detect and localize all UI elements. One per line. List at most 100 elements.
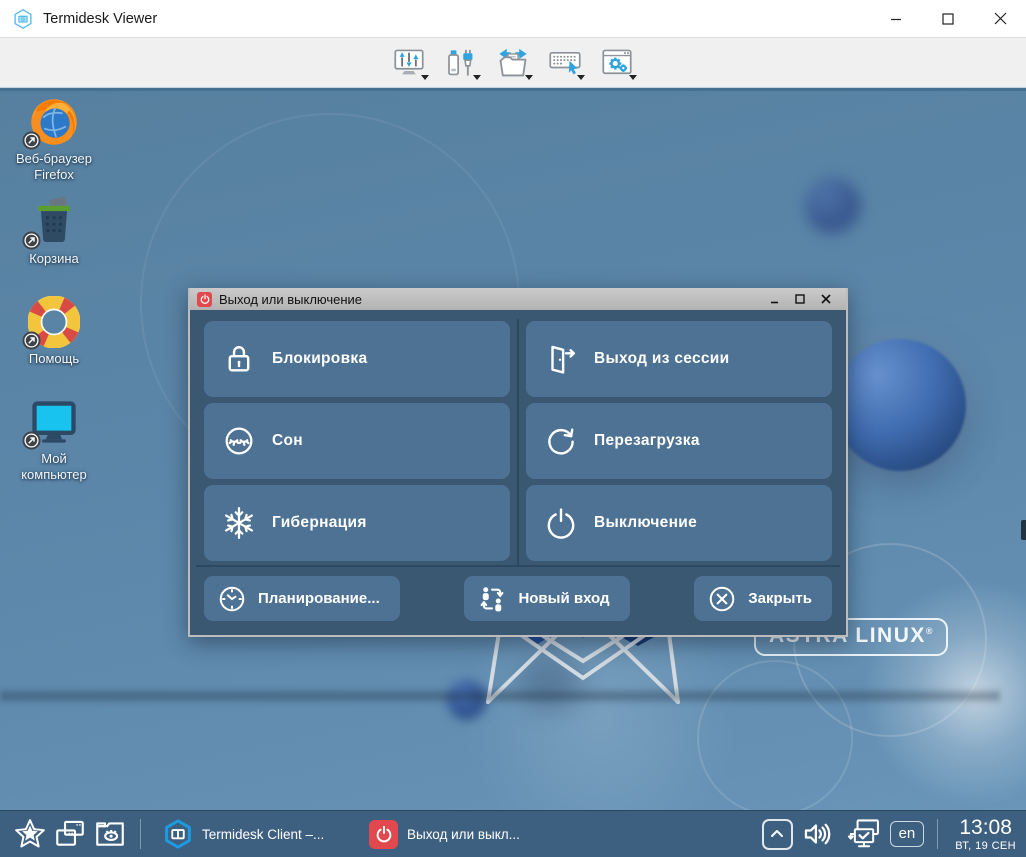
viewer-settings-button[interactable] bbox=[594, 42, 641, 84]
desktop-icon-firefox[interactable]: Веб-браузер Firefox bbox=[10, 96, 98, 183]
star-icon bbox=[13, 817, 47, 851]
button-label: Выключение bbox=[594, 514, 697, 532]
shortcut-arrow-icon bbox=[22, 431, 41, 450]
taskbar: Termidesk Client –... Выход или выкл... bbox=[0, 810, 1026, 857]
power-red-icon bbox=[197, 292, 212, 307]
wallpaper-sphere bbox=[834, 339, 966, 471]
remote-desktop[interactable]: ASTRA LINUX® Веб-б bbox=[0, 88, 1026, 857]
desktop-icon-help[interactable]: Помощь bbox=[10, 296, 98, 367]
usb-redirect-button[interactable] bbox=[438, 42, 485, 84]
new-login-icon bbox=[477, 584, 507, 614]
termidesk-hexagon-icon bbox=[163, 819, 193, 849]
sleep-icon bbox=[222, 424, 256, 458]
dialog-body: Блокировка Выход из сессии bbox=[190, 310, 846, 635]
send-keys-button[interactable] bbox=[542, 42, 589, 84]
language-indicator[interactable]: en bbox=[890, 821, 925, 847]
maximize-button[interactable] bbox=[922, 0, 974, 37]
dialog-column-divider bbox=[517, 319, 519, 566]
shutdown-button[interactable]: Выключение bbox=[526, 485, 832, 561]
dialog-titlebar[interactable]: Выход или выключение bbox=[190, 288, 846, 310]
dialog-title: Выход или выключение bbox=[219, 292, 362, 307]
task-logout-dialog[interactable]: Выход или выкл... bbox=[369, 820, 541, 849]
task-termidesk-client[interactable]: Termidesk Client –... bbox=[163, 819, 335, 849]
termidesk-logo-icon bbox=[12, 8, 34, 30]
dialog-maximize-button[interactable] bbox=[787, 289, 813, 309]
taskbar-separator bbox=[140, 819, 141, 849]
desktop-icon-trash[interactable]: Корзина bbox=[10, 196, 98, 267]
display-settings-button[interactable] bbox=[386, 42, 433, 84]
start-menu-button[interactable] bbox=[10, 814, 50, 854]
wallpaper-horizon bbox=[0, 688, 1000, 704]
wallpaper-ring bbox=[697, 660, 853, 816]
viewer-toolbar bbox=[0, 38, 1026, 88]
window-controls bbox=[870, 0, 1026, 37]
dropdown-arrow-icon bbox=[629, 75, 637, 80]
button-label: Гибернация bbox=[272, 514, 367, 532]
wallpaper-sphere bbox=[805, 178, 861, 234]
panel-edge-handle[interactable] bbox=[1021, 520, 1026, 540]
desktop-icon-label: Веб-браузер Firefox bbox=[10, 151, 98, 183]
window-title: Termidesk Viewer bbox=[43, 11, 157, 27]
dialog-close-button[interactable] bbox=[813, 289, 839, 309]
hibernate-button[interactable]: Гибернация bbox=[204, 485, 510, 561]
button-label: Новый вход bbox=[518, 590, 609, 607]
dropdown-arrow-icon bbox=[525, 75, 533, 80]
monitors-check-icon bbox=[844, 816, 882, 852]
system-tray: en 13:08 ВТ, 19 СЕН bbox=[762, 814, 1016, 854]
clock-time: 13:08 bbox=[955, 817, 1016, 838]
taskbar-separator bbox=[937, 819, 938, 849]
button-label: Закрыть bbox=[748, 590, 812, 607]
button-label: Сон bbox=[272, 432, 303, 450]
speaker-icon bbox=[801, 817, 835, 851]
restart-icon bbox=[544, 424, 578, 458]
folder-eye-icon bbox=[93, 817, 127, 851]
desktop-icon-label: Мой компьютер bbox=[10, 451, 98, 483]
dialog-controls bbox=[761, 289, 839, 309]
clock-date: ВТ, 19 СЕН bbox=[955, 840, 1016, 852]
desktop-icon-label: Корзина bbox=[29, 251, 79, 267]
logout-icon bbox=[544, 342, 578, 376]
screenshot-tool-button[interactable] bbox=[90, 814, 130, 854]
hibernate-snowflake-icon bbox=[222, 506, 256, 540]
dropdown-arrow-icon bbox=[421, 75, 429, 80]
button-label: Выход из сессии bbox=[594, 350, 729, 368]
shortcut-arrow-icon bbox=[22, 131, 41, 150]
termidesk-viewer-window: Termidesk Viewer bbox=[0, 0, 1026, 857]
restart-button[interactable]: Перезагрузка bbox=[526, 403, 832, 479]
close-circle-icon bbox=[707, 584, 737, 614]
close-button[interactable] bbox=[974, 0, 1026, 37]
window-titlebar[interactable]: Termidesk Viewer bbox=[0, 0, 1026, 38]
display-status-button[interactable] bbox=[843, 814, 883, 854]
volume-button[interactable] bbox=[800, 814, 836, 854]
shortcut-arrow-icon bbox=[22, 331, 41, 350]
dialog-footer: Планирование... bbox=[204, 576, 832, 621]
windows-cascade-icon bbox=[53, 817, 87, 851]
shortcut-arrow-icon bbox=[22, 231, 41, 250]
task-label: Выход или выкл... bbox=[407, 827, 520, 842]
sleep-button[interactable]: Сон bbox=[204, 403, 510, 479]
lock-icon bbox=[222, 342, 256, 376]
dialog-close-action-button[interactable]: Закрыть bbox=[694, 576, 832, 621]
lock-button[interactable]: Блокировка bbox=[204, 321, 510, 397]
dropdown-arrow-icon bbox=[577, 75, 585, 80]
button-label: Перезагрузка bbox=[594, 432, 700, 450]
dropdown-arrow-icon bbox=[473, 75, 481, 80]
task-label: Termidesk Client –... bbox=[202, 827, 324, 842]
dialog-minimize-button[interactable] bbox=[761, 289, 787, 309]
button-label: Планирование... bbox=[258, 590, 380, 607]
tray-expand-button[interactable] bbox=[762, 819, 793, 850]
dialog-footer-divider bbox=[196, 565, 840, 567]
schedule-clock-icon bbox=[217, 584, 247, 614]
logout-session-button[interactable]: Выход из сессии bbox=[526, 321, 832, 397]
window-list-button[interactable] bbox=[50, 814, 90, 854]
button-label: Блокировка bbox=[272, 350, 367, 368]
chevron-up-icon bbox=[769, 826, 785, 842]
desktop-icon-my-computer[interactable]: Мой компьютер bbox=[10, 396, 98, 483]
power-icon bbox=[544, 506, 578, 540]
clock[interactable]: 13:08 ВТ, 19 СЕН bbox=[955, 817, 1016, 852]
file-transfer-button[interactable] bbox=[490, 42, 537, 84]
minimize-button[interactable] bbox=[870, 0, 922, 37]
logout-dialog: Выход или выключение bbox=[188, 288, 848, 637]
new-login-button[interactable]: Новый вход bbox=[464, 576, 629, 621]
schedule-button[interactable]: Планирование... bbox=[204, 576, 400, 621]
